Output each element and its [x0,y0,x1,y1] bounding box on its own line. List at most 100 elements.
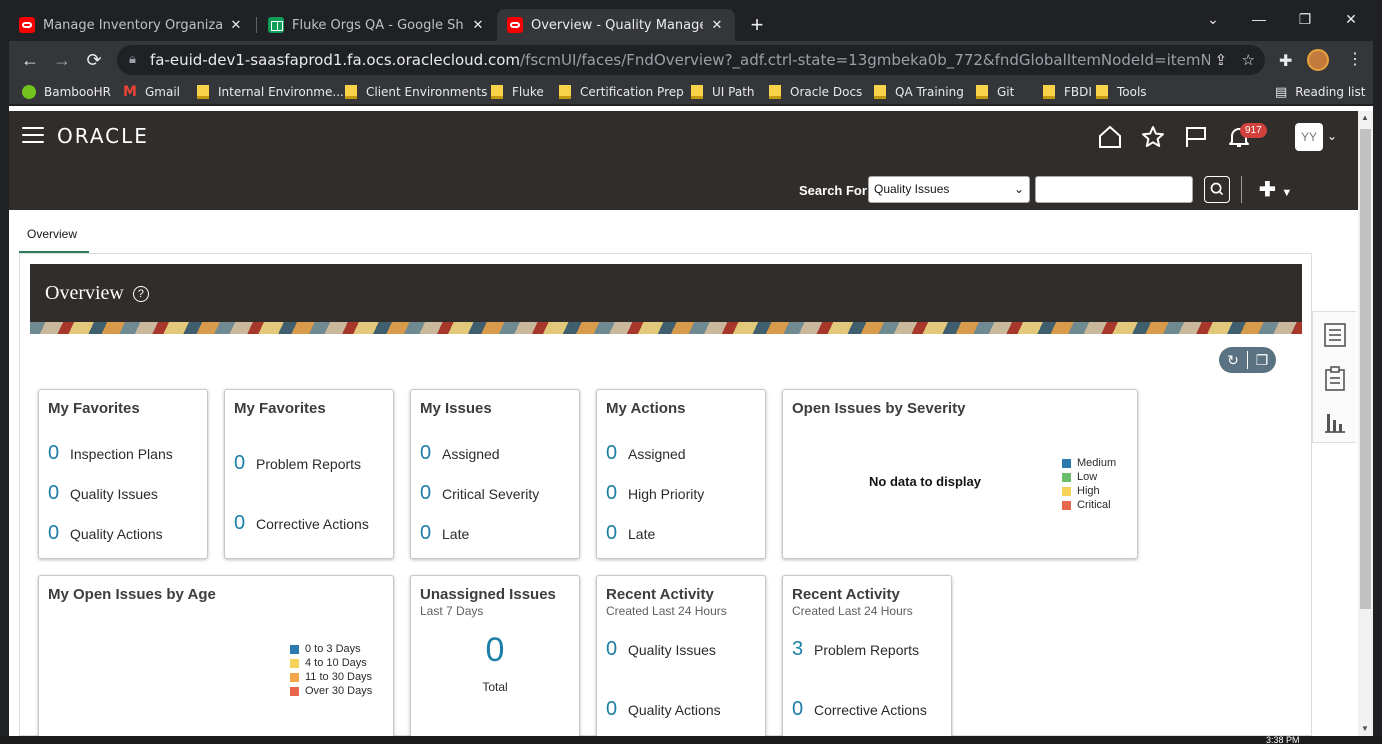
bookmark-star-icon[interactable]: ☆ [1242,51,1255,69]
bookmark-fbdi[interactable]: FBDI [1043,79,1092,105]
extensions-puzzle-icon[interactable]: ✚ [1279,51,1292,71]
google-sheets-icon [268,17,284,33]
back-icon[interactable]: ← [17,47,43,73]
close-tab-icon[interactable]: ✕ [709,18,725,33]
clipboard-icon[interactable] [1323,366,1347,392]
oracle-global-header: ORACLE 917 YY ⌄ Search For Quality Issue… [9,111,1358,210]
folder-icon [691,85,703,99]
card-title: Unassigned Issues [420,586,556,603]
folder-icon [1043,85,1055,99]
forward-icon[interactable]: → [49,47,75,73]
bookmark-internal[interactable]: Internal Environme... [197,79,344,105]
list-item[interactable]: 0 Problem Reports [234,452,361,475]
close-tab-icon[interactable]: ✕ [470,18,486,33]
card-title: My Favorites [234,400,326,417]
list-item[interactable]: 0 Corrective Actions [792,698,927,721]
search-icon[interactable] [1204,176,1230,203]
close-tab-icon[interactable]: ✕ [228,18,244,33]
bookmark-fluke[interactable]: Fluke [491,79,544,105]
chevron-down-icon: ⌄ [1013,182,1024,196]
tab-title: Manage Inventory Organizations [43,17,222,33]
browser-tab-sheets[interactable]: Fluke Orgs QA - Google Sheets ✕ [258,9,496,41]
browser-tab-inventory[interactable]: Manage Inventory Organizations ✕ [9,9,254,41]
vertical-scrollbar[interactable]: ▲ ▼ [1358,111,1373,736]
minimize-icon[interactable]: — [1245,11,1273,27]
banner-artwork [30,322,1302,334]
card-my-actions: My Actions 0 Assigned 0 High Priority 0 Lat… [596,389,766,559]
new-tab-button[interactable]: + [745,9,769,41]
bookmark-tools[interactable]: Tools [1096,79,1147,105]
card-my-issues: My Issues 0 Assigned 0 Critical Severity 0… [410,389,580,559]
restore-icon[interactable]: ❐ [1291,11,1319,28]
home-icon[interactable] [1098,125,1122,149]
bookmark-uipath[interactable]: UI Path [691,79,755,105]
bookmark-qa-training[interactable]: QA Training [874,79,964,105]
folder-icon [1096,85,1108,99]
legend-item: Over 30 Days [290,684,372,698]
list-item[interactable]: 0 Late [606,522,655,545]
help-icon[interactable]: ? [132,285,149,302]
bookmark-bamboohr[interactable]: BambooHR [22,79,111,105]
list-item[interactable]: 3 Problem Reports [792,638,919,661]
no-data-message: No data to display [869,474,981,489]
card-title: My Issues [420,400,492,417]
legend-item: 11 to 30 Days [290,670,372,684]
create-plus-menu[interactable]: ✚ ▼ [1259,177,1292,202]
browser-menu-icon[interactable]: ⋮ [1347,49,1363,69]
close-window-icon[interactable]: ✕ [1337,11,1365,28]
share-icon[interactable]: ⇪ [1215,51,1228,69]
page-content: ORACLE 917 YY ⌄ Search For Quality Issue… [9,106,1373,736]
browser-toolbar: ← → ⟳ 🔒︎ fa-euid-dev1-saasfaprod1.fa.ocs… [9,41,1373,79]
watchlist-flag-icon[interactable] [1184,125,1208,149]
page-title: Overview [45,282,124,304]
list-item[interactable]: 0 Inspection Plans [48,442,173,465]
refresh-button-group: ↻ ❐ [1219,347,1276,373]
list-item[interactable]: 0 Critical Severity [420,482,539,505]
user-avatar[interactable]: YY [1295,123,1323,151]
address-bar[interactable]: 🔒︎ fa-euid-dev1-saasfaprod1.fa.ocs.oracl… [117,45,1265,75]
card-open-issues-by-severity: Open Issues by Severity No data to displ… [782,389,1138,559]
favorites-star-icon[interactable] [1141,125,1165,149]
tab-search-icon[interactable]: ⌄ [1199,11,1227,28]
unassigned-total-value[interactable]: 0 [411,631,579,670]
oracle-logo[interactable]: ORACLE [57,124,149,148]
list-item[interactable]: 0 Quality Actions [48,522,163,545]
scrollbar-thumb[interactable] [1360,129,1371,609]
bamboohr-icon [22,85,36,99]
search-input[interactable] [1035,176,1193,203]
bar-chart-icon[interactable] [1323,408,1347,434]
folder-icon [874,85,886,99]
list-item[interactable]: 0 Assigned [420,442,500,465]
tab-overview[interactable]: Overview [19,227,89,254]
chevron-down-icon[interactable]: ⌄ [1327,129,1337,143]
bookmark-oracle-docs[interactable]: Oracle Docs [769,79,862,105]
card-title: My Open Issues by Age [48,586,216,603]
browser-tab-overview[interactable]: Overview - Quality Management ✕ [497,9,735,41]
list-item[interactable]: 0 Late [420,522,469,545]
bookmark-gmail[interactable]: M Gmail [123,79,180,105]
folder-icon [976,85,988,99]
profile-avatar[interactable] [1307,49,1329,71]
card-my-open-issues-by-age: My Open Issues by Age 0 to 3 Days 4 to 1… [38,575,394,736]
list-item[interactable]: 0 Quality Actions [606,698,721,721]
reload-icon[interactable]: ⟳ [81,47,107,73]
reading-list[interactable]: ▤ Reading list [1275,79,1365,105]
list-item[interactable]: 0 High Priority [606,482,704,505]
age-legend: 0 to 3 Days 4 to 10 Days 11 to 30 Days O… [290,642,372,698]
lock-icon: 🔒︎ [129,52,136,67]
gmail-icon: M [123,84,137,100]
card-recent-activity-issues: Recent Activity Created Last 24 Hours 0Q… [596,575,766,736]
list-item[interactable]: 0 Quality Issues [48,482,158,505]
bookmark-git[interactable]: Git [976,79,1014,105]
list-item[interactable]: 0 Quality Issues [606,638,716,661]
copy-icon[interactable]: ❐ [1248,347,1276,373]
search-category-select[interactable]: Quality Issues ⌄ [868,176,1030,203]
bookmark-certification[interactable]: Certification Prep [559,79,684,105]
list-icon[interactable] [1323,322,1347,348]
bookmark-client[interactable]: Client Environments [345,79,487,105]
refresh-icon[interactable]: ↻ [1219,347,1247,373]
list-item[interactable]: 0 Corrective Actions [234,512,369,535]
list-item[interactable]: 0 Assigned [606,442,686,465]
card-title: Recent Activity [792,586,900,603]
navigator-menu-icon[interactable] [22,127,44,145]
